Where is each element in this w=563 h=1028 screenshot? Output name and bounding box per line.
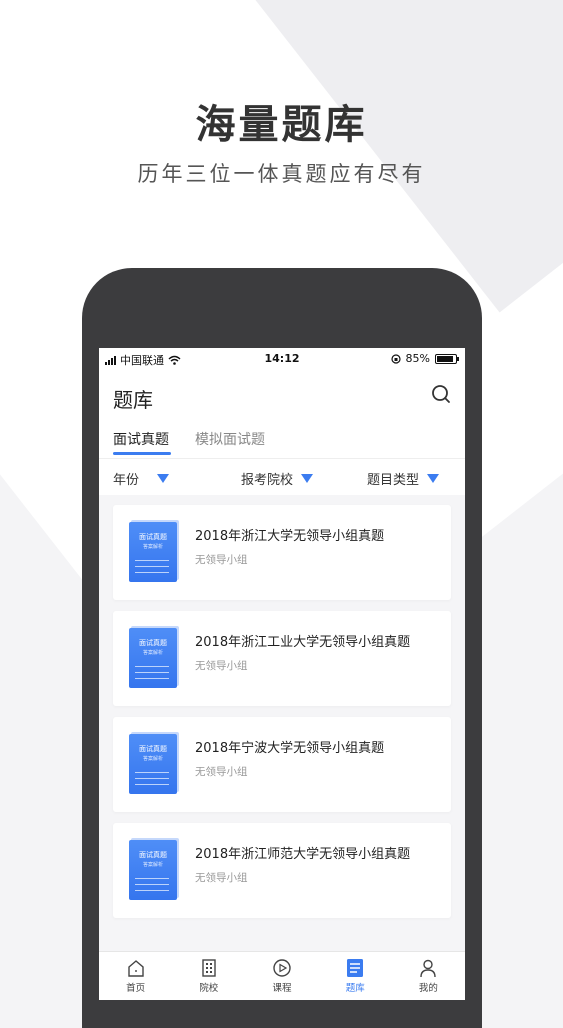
promo-subline: 历年三位一体真题应有尽有 <box>137 162 426 186</box>
nav-bar: 题库 <box>99 370 465 420</box>
page-title: 题库 <box>113 388 153 412</box>
question-title: 2018年浙江师范大学无领导小组真题 <box>195 847 411 862</box>
tab-interview-questions[interactable]: 面试真题 <box>113 429 169 449</box>
status-bar: 中国联通 14:12 85% <box>99 348 465 370</box>
tabbar-label: 首页 <box>126 983 146 994</box>
filter-bar: 年份 报考院校 题目类型 <box>99 458 465 495</box>
filter-school-label: 报考院校 <box>241 473 294 488</box>
play-icon <box>273 959 291 977</box>
question-tabs: 面试真题 模拟面试题 <box>99 420 465 458</box>
tabbar-label: 题库 <box>345 983 365 994</box>
search-icon[interactable] <box>431 384 451 404</box>
tabbar-label: 我的 <box>418 983 438 994</box>
tabbar-item-courses[interactable]: 课程 <box>245 952 318 1000</box>
question-title: 2018年宁波大学无领导小组真题 <box>195 741 385 756</box>
promo-headline: 海量题库 <box>195 101 368 148</box>
rotation-lock-icon <box>390 353 401 364</box>
home-icon <box>127 960 144 977</box>
filter-year[interactable]: 年份 <box>113 469 170 488</box>
question-list: 面试真题 答案解析 2018年浙江大学无领导小组真题 无领导小组 面试真题 答案… <box>113 505 451 929</box>
question-title: 2018年浙江工业大学无领导小组真题 <box>195 635 411 650</box>
battery-icon <box>435 353 459 364</box>
battery-percent: 85% <box>405 352 430 365</box>
filter-school[interactable]: 报考院校 <box>241 469 314 488</box>
dropdown-triangle-icon <box>301 474 314 483</box>
question-tag: 无领导小组 <box>195 660 248 672</box>
filter-type-label: 题目类型 <box>367 473 420 488</box>
phone-screen: 中国联通 14:12 85% 题库 面试真题 模拟面试题 年份 报考院校 题目类… <box>99 348 465 1000</box>
active-tab-indicator <box>113 452 171 455</box>
tabbar-label: 课程 <box>272 983 292 994</box>
bottom-tab-bar: 首页 院校 课程 题库 我的 <box>99 951 465 1000</box>
person-icon <box>420 959 437 978</box>
list-item[interactable]: 面试真题 答案解析 2018年浙江师范大学无领导小组真题 无领导小组 <box>113 823 451 918</box>
list-item[interactable]: 面试真题 答案解析 2018年浙江大学无领导小组真题 无领导小组 <box>113 505 451 600</box>
question-cover-image: 面试真题 答案解析 <box>129 522 177 582</box>
filter-question-type[interactable]: 题目类型 <box>367 469 440 488</box>
tabbar-item-schools[interactable]: 院校 <box>172 952 245 1000</box>
question-tag: 无领导小组 <box>195 766 248 778</box>
tabbar-item-home[interactable]: 首页 <box>99 952 172 1000</box>
tabbar-item-question-bank[interactable]: 题库 <box>319 952 392 1000</box>
question-title: 2018年浙江大学无领导小组真题 <box>195 529 385 544</box>
tabbar-label: 院校 <box>199 983 219 994</box>
list-item[interactable]: 面试真题 答案解析 2018年浙江工业大学无领导小组真题 无领导小组 <box>113 611 451 706</box>
question-cover-image: 面试真题 答案解析 <box>129 734 177 794</box>
question-tag: 无领导小组 <box>195 872 248 884</box>
status-right: 85% <box>390 352 459 365</box>
question-tag: 无领导小组 <box>195 554 248 566</box>
dropdown-triangle-icon <box>427 474 440 483</box>
question-bank-icon <box>347 959 364 977</box>
building-icon <box>202 959 216 977</box>
list-item[interactable]: 面试真题 答案解析 2018年宁波大学无领导小组真题 无领导小组 <box>113 717 451 812</box>
tab-mock-questions[interactable]: 模拟面试题 <box>195 429 265 449</box>
question-cover-image: 面试真题 答案解析 <box>129 628 177 688</box>
filter-year-label: 年份 <box>113 473 140 488</box>
tabbar-item-profile[interactable]: 我的 <box>392 952 465 1000</box>
dropdown-triangle-icon <box>157 474 170 483</box>
question-cover-image: 面试真题 答案解析 <box>129 840 177 900</box>
